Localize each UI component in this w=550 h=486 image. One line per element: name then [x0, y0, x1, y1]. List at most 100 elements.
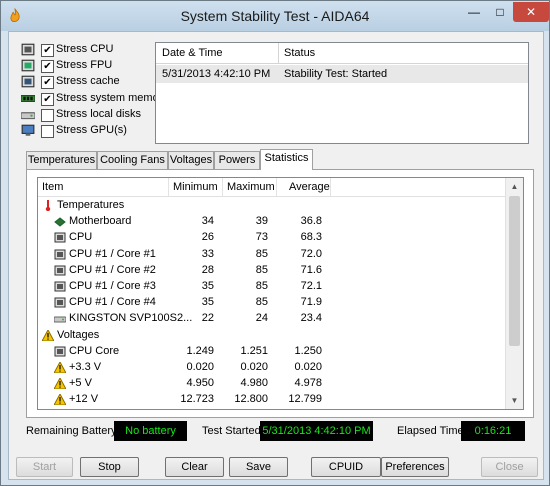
- fpu-icon: [21, 59, 35, 72]
- table-row[interactable]: CPU #1 / Core #3 35 85 72.1: [38, 279, 505, 295]
- row-max: 24: [255, 312, 268, 325]
- scroll-down-arrow-icon[interactable]: ▼: [506, 392, 523, 409]
- close-window-button[interactable]: ✕: [513, 2, 549, 22]
- stress-option[interactable]: ✔ Stress FPU: [21, 58, 171, 74]
- table-group-row[interactable]: Temperatures: [38, 198, 505, 214]
- stress-option-label[interactable]: Stress local disks: [56, 108, 141, 120]
- tab-cooling-fans[interactable]: Cooling Fans: [97, 151, 168, 169]
- row-max: 4.980: [240, 377, 268, 390]
- row-avg: 23.4: [300, 312, 322, 325]
- checkbox[interactable]: ✔: [41, 92, 54, 106]
- elapsed-time-label: Elapsed Time:: [397, 425, 467, 437]
- cpu-icon: [54, 281, 66, 292]
- client-area: ✔ Stress CPU ✔ Stress FPU ✔ Stress cache ✔ Stre…: [8, 31, 544, 480]
- save-button[interactable]: Save: [229, 457, 288, 477]
- stress-option-label[interactable]: Stress cache: [56, 75, 120, 87]
- preferences-button[interactable]: Preferences: [381, 457, 449, 477]
- stress-option-label[interactable]: Stress system memory: [56, 92, 168, 104]
- row-min: 22: [201, 312, 214, 325]
- row-max: 39: [255, 215, 268, 228]
- row-name: CPU #1 / Core #2: [69, 263, 156, 276]
- col-maximum[interactable]: Maximum: [227, 181, 275, 193]
- row-min: 1.249: [186, 344, 214, 357]
- stress-option-label[interactable]: Stress GPU(s): [56, 124, 127, 136]
- vertical-scrollbar[interactable]: ▲ ▼: [505, 178, 523, 409]
- warning-icon: [54, 378, 66, 390]
- motherboard-icon: [54, 217, 66, 227]
- start-button[interactable]: Start: [16, 457, 73, 477]
- cpu-icon: [54, 232, 66, 243]
- statistics-table[interactable]: Item Minimum Maximum Average Temperature…: [37, 177, 524, 410]
- stress-option[interactable]: ✔ Stress cache: [21, 74, 171, 90]
- checkbox[interactable]: ✔: [41, 76, 54, 90]
- test-started-value: 5/31/2013 4:42:10 PM: [260, 421, 373, 441]
- stress-option-label[interactable]: Stress CPU: [56, 43, 113, 55]
- table-row[interactable]: CPU #1 / Core #2 28 85 71.6: [38, 263, 505, 279]
- row-max: 85: [255, 280, 268, 292]
- table-row[interactable]: +5 V 4.950 4.980 4.978: [38, 376, 505, 392]
- stress-option[interactable]: Stress GPU(s): [21, 123, 171, 139]
- tab-voltages[interactable]: Voltages: [168, 151, 214, 169]
- row-name: CPU: [69, 231, 93, 244]
- checkbox[interactable]: [41, 108, 54, 122]
- table-row[interactable]: CPU 26 73 68.3: [38, 230, 505, 246]
- checkbox[interactable]: ✔: [41, 44, 54, 57]
- stop-button[interactable]: Stop: [80, 457, 139, 477]
- table-row[interactable]: +3.3 V 0.020 0.020 0.020: [38, 360, 505, 376]
- table-row[interactable]: CPU #1 / Core #1 33 85 72.0: [38, 247, 505, 263]
- checkbox[interactable]: [41, 125, 54, 138]
- row-avg: 0.020: [294, 361, 322, 373]
- stress-option[interactable]: Stress local disks: [21, 107, 171, 123]
- col-average[interactable]: Average: [289, 181, 330, 193]
- tab-temperatures[interactable]: Temperatures: [26, 151, 97, 169]
- status-log[interactable]: Date & Time Status 5/31/2013 4:42:10 PM …: [155, 42, 529, 144]
- row-min: 34: [201, 215, 214, 228]
- checkbox[interactable]: ✔: [41, 60, 54, 74]
- table-row[interactable]: CPU Core 1.249 1.251 1.250: [38, 344, 505, 360]
- row-avg: 72.1: [300, 280, 322, 292]
- elapsed-time-value: 0:16:21: [461, 421, 525, 441]
- col-item[interactable]: Item: [42, 181, 63, 193]
- col-minimum[interactable]: Minimum: [173, 181, 218, 193]
- log-col-datetime[interactable]: Date & Time: [162, 47, 223, 59]
- clear-button[interactable]: Clear: [165, 457, 224, 477]
- table-row[interactable]: Motherboard 34 39 36.8: [38, 214, 505, 230]
- log-row[interactable]: 5/31/2013 4:42:10 PM Stability Test: Sta…: [156, 65, 528, 83]
- cpuid-button[interactable]: CPUID: [311, 457, 381, 477]
- disk-icon: [21, 111, 35, 119]
- table-row[interactable]: KINGSTON SVP100S2... 22 24 23.4: [38, 311, 505, 327]
- row-avg: 72.0: [300, 247, 322, 260]
- table-group-row[interactable]: Voltages: [38, 328, 505, 344]
- row-avg: 36.8: [300, 215, 322, 228]
- col-divider: [168, 178, 169, 196]
- row-min: 28: [201, 263, 214, 276]
- cache-icon: [21, 76, 35, 88]
- tab-statistics[interactable]: Statistics: [260, 149, 313, 170]
- col-divider: [330, 178, 331, 196]
- cpu-icon: [21, 43, 35, 56]
- stress-option[interactable]: ✔ Stress CPU: [21, 42, 171, 58]
- stress-option-label[interactable]: Stress FPU: [56, 59, 112, 71]
- row-min: 12.723: [180, 393, 214, 406]
- cpu-icon: [54, 249, 66, 260]
- minimize-button[interactable]: —: [461, 2, 487, 22]
- scroll-thumb[interactable]: [509, 196, 520, 346]
- table-row[interactable]: CPU #1 / Core #4 35 85 71.9: [38, 295, 505, 311]
- scroll-up-arrow-icon[interactable]: ▲: [506, 178, 523, 195]
- close-button[interactable]: Close: [481, 457, 538, 477]
- warning-icon: [42, 329, 54, 341]
- maximize-button[interactable]: □: [487, 2, 513, 22]
- row-max: 85: [255, 247, 268, 260]
- table-row[interactable]: +12 V 12.723 12.800 12.799: [38, 392, 505, 408]
- row-max: 85: [255, 263, 268, 276]
- row-avg: 12.799: [288, 393, 322, 406]
- button-bar: Start Stop Clear Save CPUID Preferences Close: [9, 457, 543, 477]
- title-bar[interactable]: System Stability Test - AIDA64 — □ ✕: [1, 1, 549, 31]
- log-col-status[interactable]: Status: [284, 47, 315, 59]
- row-min: 33: [201, 247, 214, 260]
- col-divider: [222, 178, 223, 196]
- tab-powers[interactable]: Powers: [214, 151, 260, 169]
- stress-option[interactable]: ✔ Stress system memory: [21, 91, 171, 107]
- row-name: CPU #1 / Core #4: [69, 296, 156, 309]
- test-started-label: Test Started:: [202, 425, 264, 437]
